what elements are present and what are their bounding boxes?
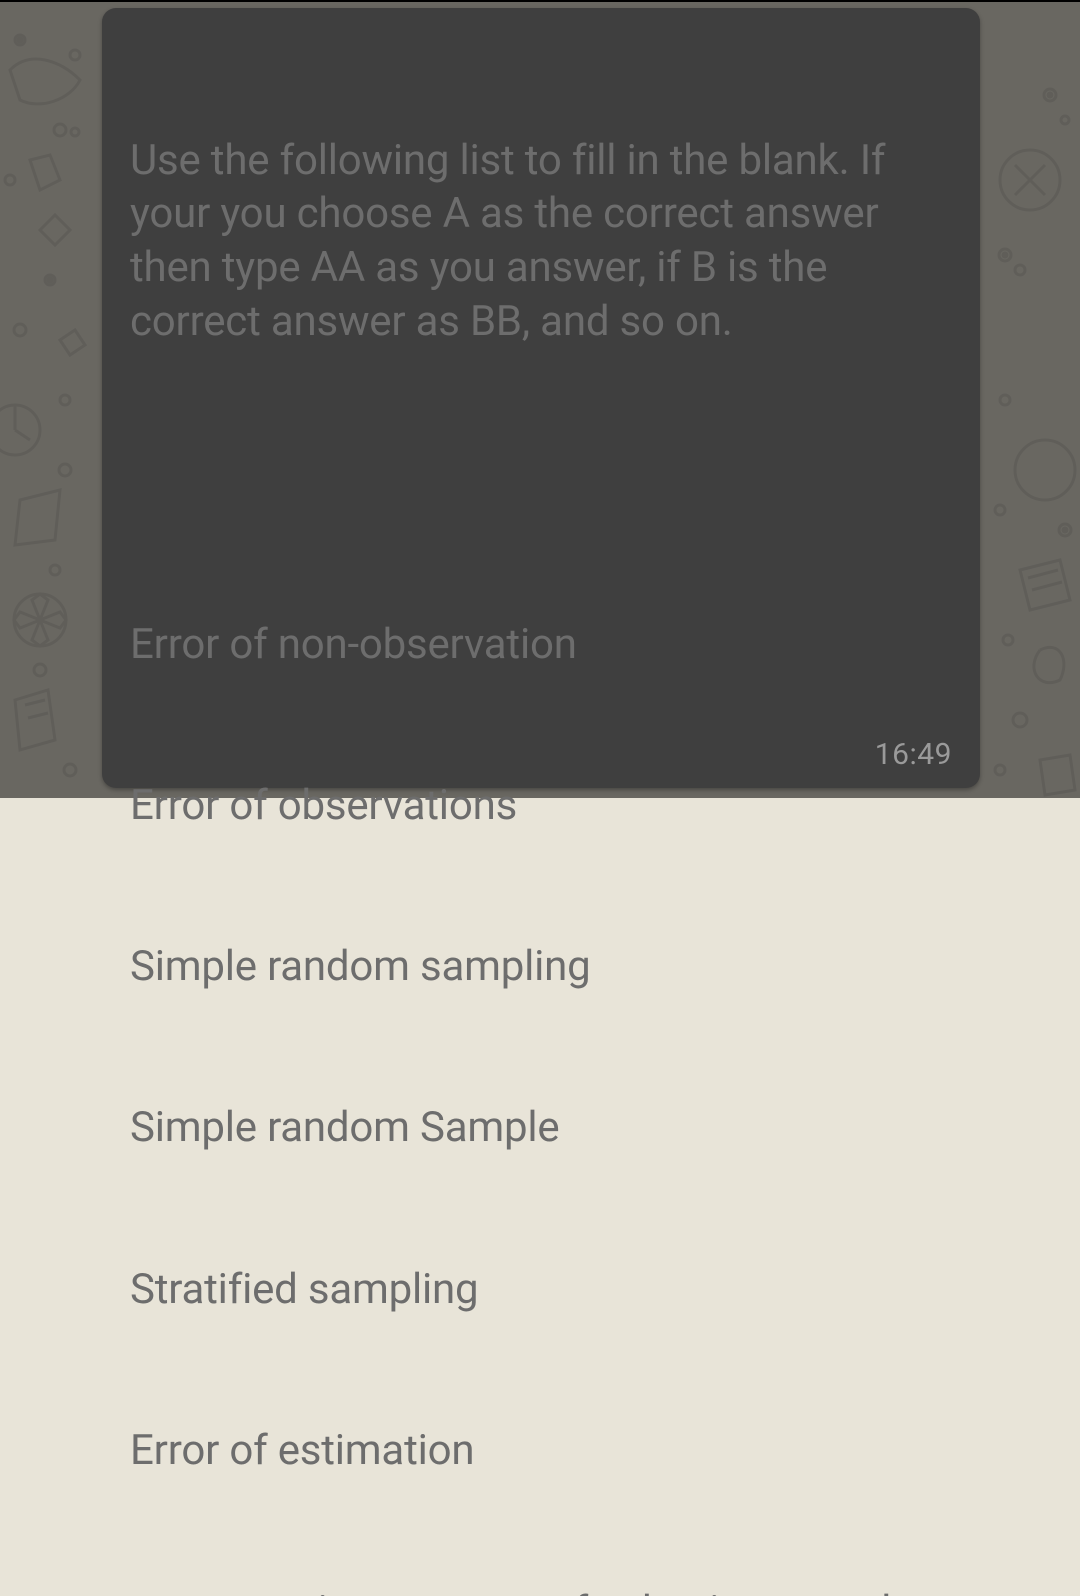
message-text: Use the following list to fill in the bl… (130, 26, 952, 1596)
option-line: Error of observations (130, 779, 952, 833)
option-line: Stratified sampling (130, 1263, 952, 1317)
option-line: Simple random Sample (130, 1101, 952, 1155)
message-timestamp: 16:49 (875, 737, 952, 772)
window-top-edge (0, 0, 1080, 2)
option-line: Error of non-observation (130, 618, 952, 672)
question-text: __________is a process of selecting a ra… (130, 1585, 952, 1596)
option-line: Simple random sampling (130, 940, 952, 994)
instructions-text: Use the following list to fill in the bl… (130, 134, 952, 349)
incoming-message-bubble[interactable]: Use the following list to fill in the bl… (102, 8, 980, 788)
option-line: Error of estimation (130, 1424, 952, 1478)
